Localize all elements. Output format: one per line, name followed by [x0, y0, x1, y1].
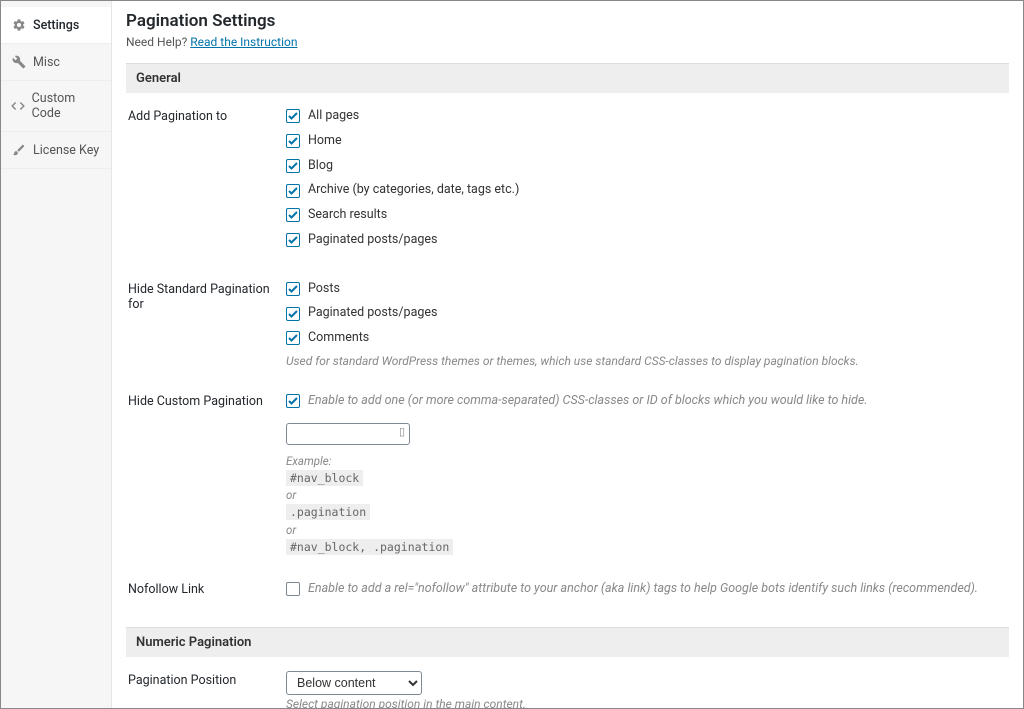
option-archive: Archive (by categories, date, tags etc.) — [286, 181, 1009, 200]
row-content: Enable to add one (or more comma-separat… — [286, 392, 1009, 556]
row-hide-custom: Hide Custom Pagination Enable to add one… — [126, 378, 1009, 566]
sidebar-item-settings[interactable]: Settings — [1, 7, 111, 44]
checkbox[interactable] — [286, 307, 300, 321]
help-line: Need Help? Read the Instruction — [126, 35, 1009, 49]
gear-icon — [11, 17, 27, 33]
row-description: Used for standard WordPress themes or th… — [286, 354, 1009, 368]
section-header-numeric: Numeric Pagination — [126, 627, 1009, 657]
sidebar-item-misc[interactable]: Misc — [1, 44, 111, 81]
option-search: Search results — [286, 206, 1009, 225]
checkbox[interactable] — [286, 282, 300, 296]
sidebar-item-custom-code[interactable]: Custom Code — [1, 81, 111, 132]
row-label: Add Pagination to — [128, 107, 286, 124]
option-hide-custom: Enable to add one (or more comma-separat… — [286, 392, 1009, 411]
sidebar: Settings Misc Custom Code License Key — [1, 1, 112, 708]
sidebar-item-label: License Key — [33, 143, 99, 158]
checkbox[interactable] — [286, 184, 300, 198]
wrench-icon — [11, 54, 27, 70]
row-add-pagination: Add Pagination to All pages Home Blog Ar… — [126, 93, 1009, 266]
row-content: Enable to add a rel="nofollow" attribute… — [286, 580, 1009, 605]
position-select[interactable]: Below content — [286, 671, 422, 695]
row-label: Hide Standard Pagination for — [128, 280, 286, 312]
code-icon — [11, 98, 26, 114]
row-position: Pagination Position Below content Select… — [126, 657, 1009, 708]
checkbox[interactable] — [286, 159, 300, 173]
custom-css-input[interactable] — [286, 423, 410, 445]
checkbox[interactable] — [286, 233, 300, 247]
key-icon — [11, 142, 27, 158]
option-nofollow: Enable to add a rel="nofollow" attribute… — [286, 580, 1009, 599]
section-header-general: General — [126, 63, 1009, 93]
row-content: Below content Select pagination position… — [286, 671, 1009, 708]
checkbox[interactable] — [286, 582, 300, 596]
row-label: Pagination Position — [128, 671, 286, 688]
example-block: Example: #nav_block or .pagination or #n… — [286, 453, 1009, 557]
option-all-pages: All pages — [286, 107, 1009, 126]
sidebar-item-label: Custom Code — [32, 91, 101, 121]
page-title: Pagination Settings — [126, 11, 1009, 31]
row-content: All pages Home Blog Archive (by categori… — [286, 107, 1009, 256]
checkbox[interactable] — [286, 394, 300, 408]
option-home: Home — [286, 132, 1009, 151]
checkbox[interactable] — [286, 109, 300, 123]
row-label: Hide Custom Pagination — [128, 392, 286, 409]
row-content: Posts Paginated posts/pages Comments Use… — [286, 280, 1009, 368]
main-content: Pagination Settings Need Help? Read the … — [112, 1, 1023, 708]
sidebar-item-license-key[interactable]: License Key — [1, 132, 111, 169]
option-paginated-posts: Paginated posts/pages — [286, 304, 1009, 323]
row-label: Nofollow Link — [128, 580, 286, 597]
option-comments: Comments — [286, 329, 1009, 348]
option-posts: Posts — [286, 280, 1009, 299]
help-link[interactable]: Read the Instruction — [190, 35, 297, 49]
checkbox[interactable] — [286, 208, 300, 222]
checkbox[interactable] — [286, 134, 300, 148]
sidebar-item-label: Misc — [33, 55, 60, 70]
option-paginated: Paginated posts/pages — [286, 231, 1009, 250]
sidebar-item-label: Settings — [33, 18, 79, 33]
row-hide-standard: Hide Standard Pagination for Posts Pagin… — [126, 266, 1009, 378]
row-description: Select pagination position in the main c… — [286, 697, 1009, 708]
checkbox[interactable] — [286, 331, 300, 345]
row-nofollow: Nofollow Link Enable to add a rel="nofol… — [126, 566, 1009, 615]
option-blog: Blog — [286, 157, 1009, 176]
